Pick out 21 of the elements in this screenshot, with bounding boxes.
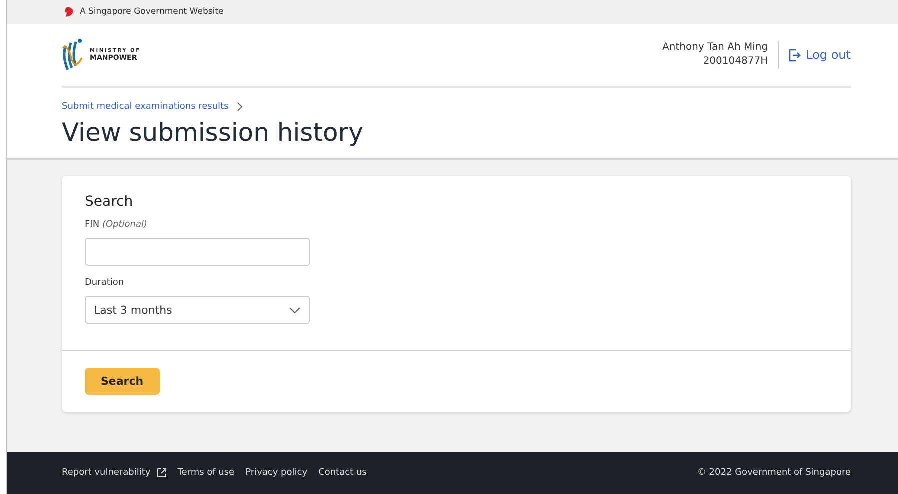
fin-input[interactable]	[85, 238, 310, 266]
external-link-icon	[156, 468, 167, 478]
breadcrumb-link[interactable]: Submit medical examinations results	[62, 102, 229, 112]
footer-link[interactable]: Privacy policy	[246, 468, 308, 478]
field-label: FIN (Optional)	[85, 220, 149, 230]
chevron-down-icon	[289, 306, 301, 314]
footer-link[interactable]: Contact us	[318, 468, 367, 478]
footer-link[interactable]: Terms of use	[178, 468, 235, 478]
footer-link[interactable]: Report vulnerability	[62, 468, 167, 478]
user-name: Anthony Tan Ah Ming	[662, 41, 768, 55]
logout-icon	[789, 48, 802, 62]
duration-select[interactable]: Last 3 months	[85, 296, 310, 324]
logout-link[interactable]: Log out	[789, 48, 851, 62]
page-title: View submission history	[62, 118, 364, 149]
masthead-text: A Singapore Government Website	[80, 7, 224, 17]
search-button[interactable]: Search	[85, 368, 160, 395]
chevron-right-icon	[236, 102, 243, 112]
user-id: 200104877H	[703, 55, 768, 69]
card-title: Search	[85, 194, 134, 210]
field-label: Duration	[85, 278, 126, 288]
copyright-text: © 2022 Government of Singapore	[697, 468, 851, 478]
